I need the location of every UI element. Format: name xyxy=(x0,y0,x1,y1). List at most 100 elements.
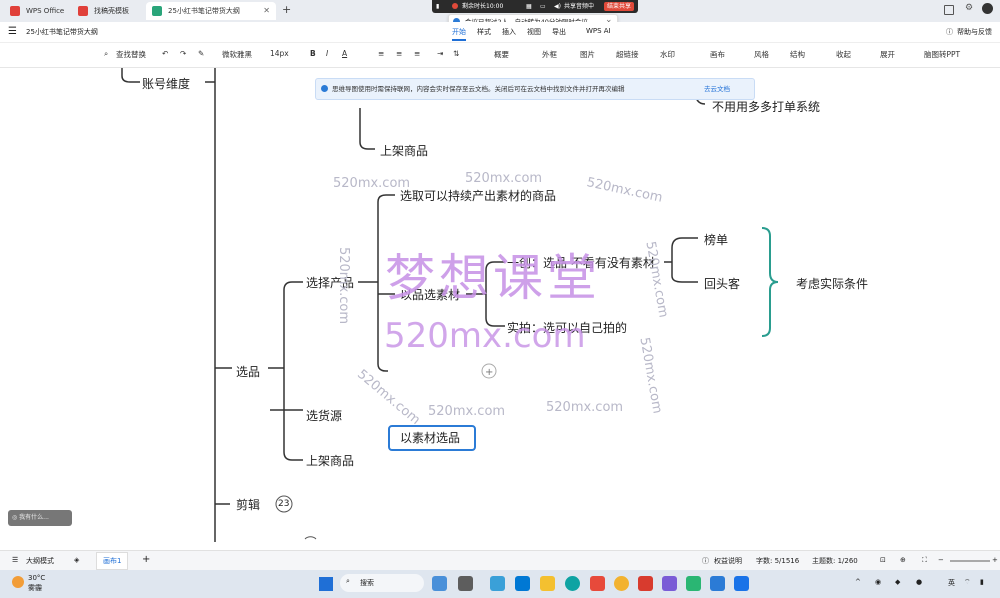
canvas-tab[interactable]: 画布1 xyxy=(96,552,129,570)
node-material-product-selected[interactable]: 以素材选品 xyxy=(388,425,476,451)
network-icon[interactable]: ◉ xyxy=(875,578,881,586)
doc-title[interactable]: 25小红书笔记带货大纲 xyxy=(26,27,98,37)
menu-export[interactable]: 导出 xyxy=(552,27,566,37)
node-list[interactable]: 上架商品 xyxy=(306,452,354,469)
align-right-icon[interactable]: ≡ xyxy=(414,49,420,58)
sort-icon[interactable]: ⇅ xyxy=(453,49,459,58)
collapsed-count[interactable]: 23 xyxy=(278,499,289,509)
node-return-customer[interactable]: 回头客 xyxy=(704,275,740,292)
font-select[interactable]: 微软雅黑 xyxy=(222,49,252,60)
toolbar-link[interactable]: 超链接 xyxy=(616,49,639,60)
info-icon xyxy=(321,85,328,92)
indent-icon[interactable]: ⇥ xyxy=(437,49,443,58)
toolbar-watermark[interactable]: 水印 xyxy=(660,49,675,60)
chrome-icon[interactable] xyxy=(614,576,629,591)
outline-mode[interactable]: 大纲模式 xyxy=(26,556,54,566)
node-source[interactable]: 选货源 xyxy=(306,407,342,424)
tab-template[interactable]: 找稿壳模板 xyxy=(72,2,142,20)
settings-icon[interactable]: ⚙ xyxy=(965,3,973,13)
taskbar-search[interactable]: ⌕ 搜索 xyxy=(340,574,424,592)
node-consider-conditions[interactable]: 考虑实际条件 xyxy=(796,275,868,292)
node-account-dimension[interactable]: 账号维度 xyxy=(142,75,190,92)
zoom-out-icon[interactable]: − xyxy=(938,556,944,564)
toolbar-canvas[interactable]: 画布 xyxy=(710,49,725,60)
outline-icon[interactable]: ☰ xyxy=(12,556,18,564)
toolbar-summary[interactable]: 概要 xyxy=(494,49,509,60)
wps-icon[interactable] xyxy=(638,576,653,591)
menu-insert[interactable]: 插入 xyxy=(502,27,516,37)
node-no-multi-order[interactable]: 不用用多多打单系统 xyxy=(712,98,820,115)
ai-ask-box[interactable]: ◎ 我有什么... xyxy=(8,510,72,526)
font-size-select[interactable]: 14px xyxy=(270,49,289,58)
toolbar-image[interactable]: 图片 xyxy=(580,49,595,60)
layers-icon[interactable]: ◈ xyxy=(74,556,79,564)
toolbar-to-ppt[interactable]: 脑图转PPT xyxy=(924,49,960,60)
stop-share-button[interactable]: 结束共享 xyxy=(604,2,635,11)
toolbar-frame[interactable]: 外框 xyxy=(542,49,557,60)
toolbar-structure[interactable]: 结构 xyxy=(790,49,805,60)
find-replace-button[interactable]: 查找替换 xyxy=(116,49,146,60)
fit-icon[interactable]: ⊡ xyxy=(880,556,886,564)
close-icon[interactable]: ✕ xyxy=(263,2,270,20)
window-icon[interactable] xyxy=(944,5,954,15)
widget-icon[interactable] xyxy=(432,576,447,591)
add-canvas-button[interactable]: + xyxy=(142,554,150,565)
signal-icon: ▮ xyxy=(436,3,440,10)
help-icon[interactable]: ⓘ xyxy=(946,27,953,37)
wifi-icon[interactable]: ⌔ xyxy=(964,578,971,587)
battery-icon[interactable]: ▮ xyxy=(980,578,984,586)
menu-start[interactable]: 开始 xyxy=(452,27,466,41)
app-tray-icon[interactable]: ● xyxy=(916,578,922,586)
node-pick-lasting[interactable]: 选取可以持续产出素材的商品 xyxy=(400,187,556,204)
underline-icon[interactable]: A xyxy=(342,49,347,58)
grid-icon[interactable]: ▦ xyxy=(526,0,532,13)
chevron-up-icon[interactable]: ^ xyxy=(855,578,861,586)
menu-style[interactable]: 样式 xyxy=(477,27,491,37)
format-painter-icon[interactable]: ✎ xyxy=(198,49,204,58)
app-icon[interactable] xyxy=(662,576,677,591)
task-view-icon[interactable] xyxy=(458,576,473,591)
fullscreen-icon[interactable]: ⛶ xyxy=(922,556,927,565)
input-language[interactable]: 英 xyxy=(948,578,955,588)
mindmap-canvas[interactable]: + 账号维度 不用用多多打单系统 上架商品 选取可以持续产出素材的商品 选择产品… xyxy=(0,68,1000,542)
align-left-icon[interactable]: ≡ xyxy=(378,49,384,58)
menu-icon[interactable]: ☰ xyxy=(8,26,17,37)
meeting-icon[interactable] xyxy=(710,576,725,591)
menu-view[interactable]: 视图 xyxy=(527,27,541,37)
redo-icon[interactable]: ↷ xyxy=(180,49,186,58)
rights-link[interactable]: 权益说明 xyxy=(714,556,742,566)
menu-wps-ai[interactable]: WPS AI xyxy=(586,27,611,35)
node-rank[interactable]: 榜单 xyxy=(704,231,728,248)
screen-icon[interactable]: ▭ xyxy=(540,0,546,13)
node-list-top[interactable]: 上架商品 xyxy=(380,142,428,159)
node-edit[interactable]: 剪辑 xyxy=(236,496,260,513)
undo-icon[interactable]: ↶ xyxy=(162,49,168,58)
wechat-icon[interactable] xyxy=(686,576,701,591)
app-icon[interactable] xyxy=(490,576,505,591)
toolbar-theme[interactable]: 风格 xyxy=(754,49,769,60)
toolbar-collapse[interactable]: 收起 xyxy=(836,49,851,60)
tab-mindmap[interactable]: 25小红书笔记带货大纲 ✕ xyxy=(146,2,276,20)
zoom-in-icon[interactable]: + xyxy=(992,556,998,564)
app-icon[interactable] xyxy=(734,576,749,591)
app-tray-icon[interactable]: ◆ xyxy=(895,578,900,586)
edge-icon[interactable] xyxy=(565,576,580,591)
avatar[interactable] xyxy=(982,3,993,14)
watermark-url: 520mx.com xyxy=(465,171,543,186)
help-link[interactable]: 帮助与反馈 xyxy=(957,27,992,37)
bold-icon[interactable]: B xyxy=(310,49,316,58)
align-center-icon[interactable]: ≡ xyxy=(396,49,402,58)
windows-start-icon[interactable] xyxy=(319,577,333,591)
zoom-slider[interactable] xyxy=(950,560,990,562)
node-select[interactable]: 选品 xyxy=(236,363,260,380)
folder-icon[interactable] xyxy=(540,576,555,591)
tab-wps-office[interactable]: WPS Office xyxy=(4,2,68,20)
go-cloud-link[interactable]: 去云文档 xyxy=(704,79,730,99)
italic-icon[interactable]: I xyxy=(326,49,328,58)
banner-text: 思维导图使用时需保持联网，内容会实时保存至云文档。关闭后可在云文档中找到文件并打… xyxy=(332,85,625,93)
new-tab-button[interactable]: + xyxy=(282,3,291,16)
locate-icon[interactable]: ⊕ xyxy=(900,556,906,564)
mail-icon[interactable] xyxy=(515,576,530,591)
toolbar-expand[interactable]: 展开 xyxy=(880,49,895,60)
app-icon[interactable] xyxy=(590,576,605,591)
